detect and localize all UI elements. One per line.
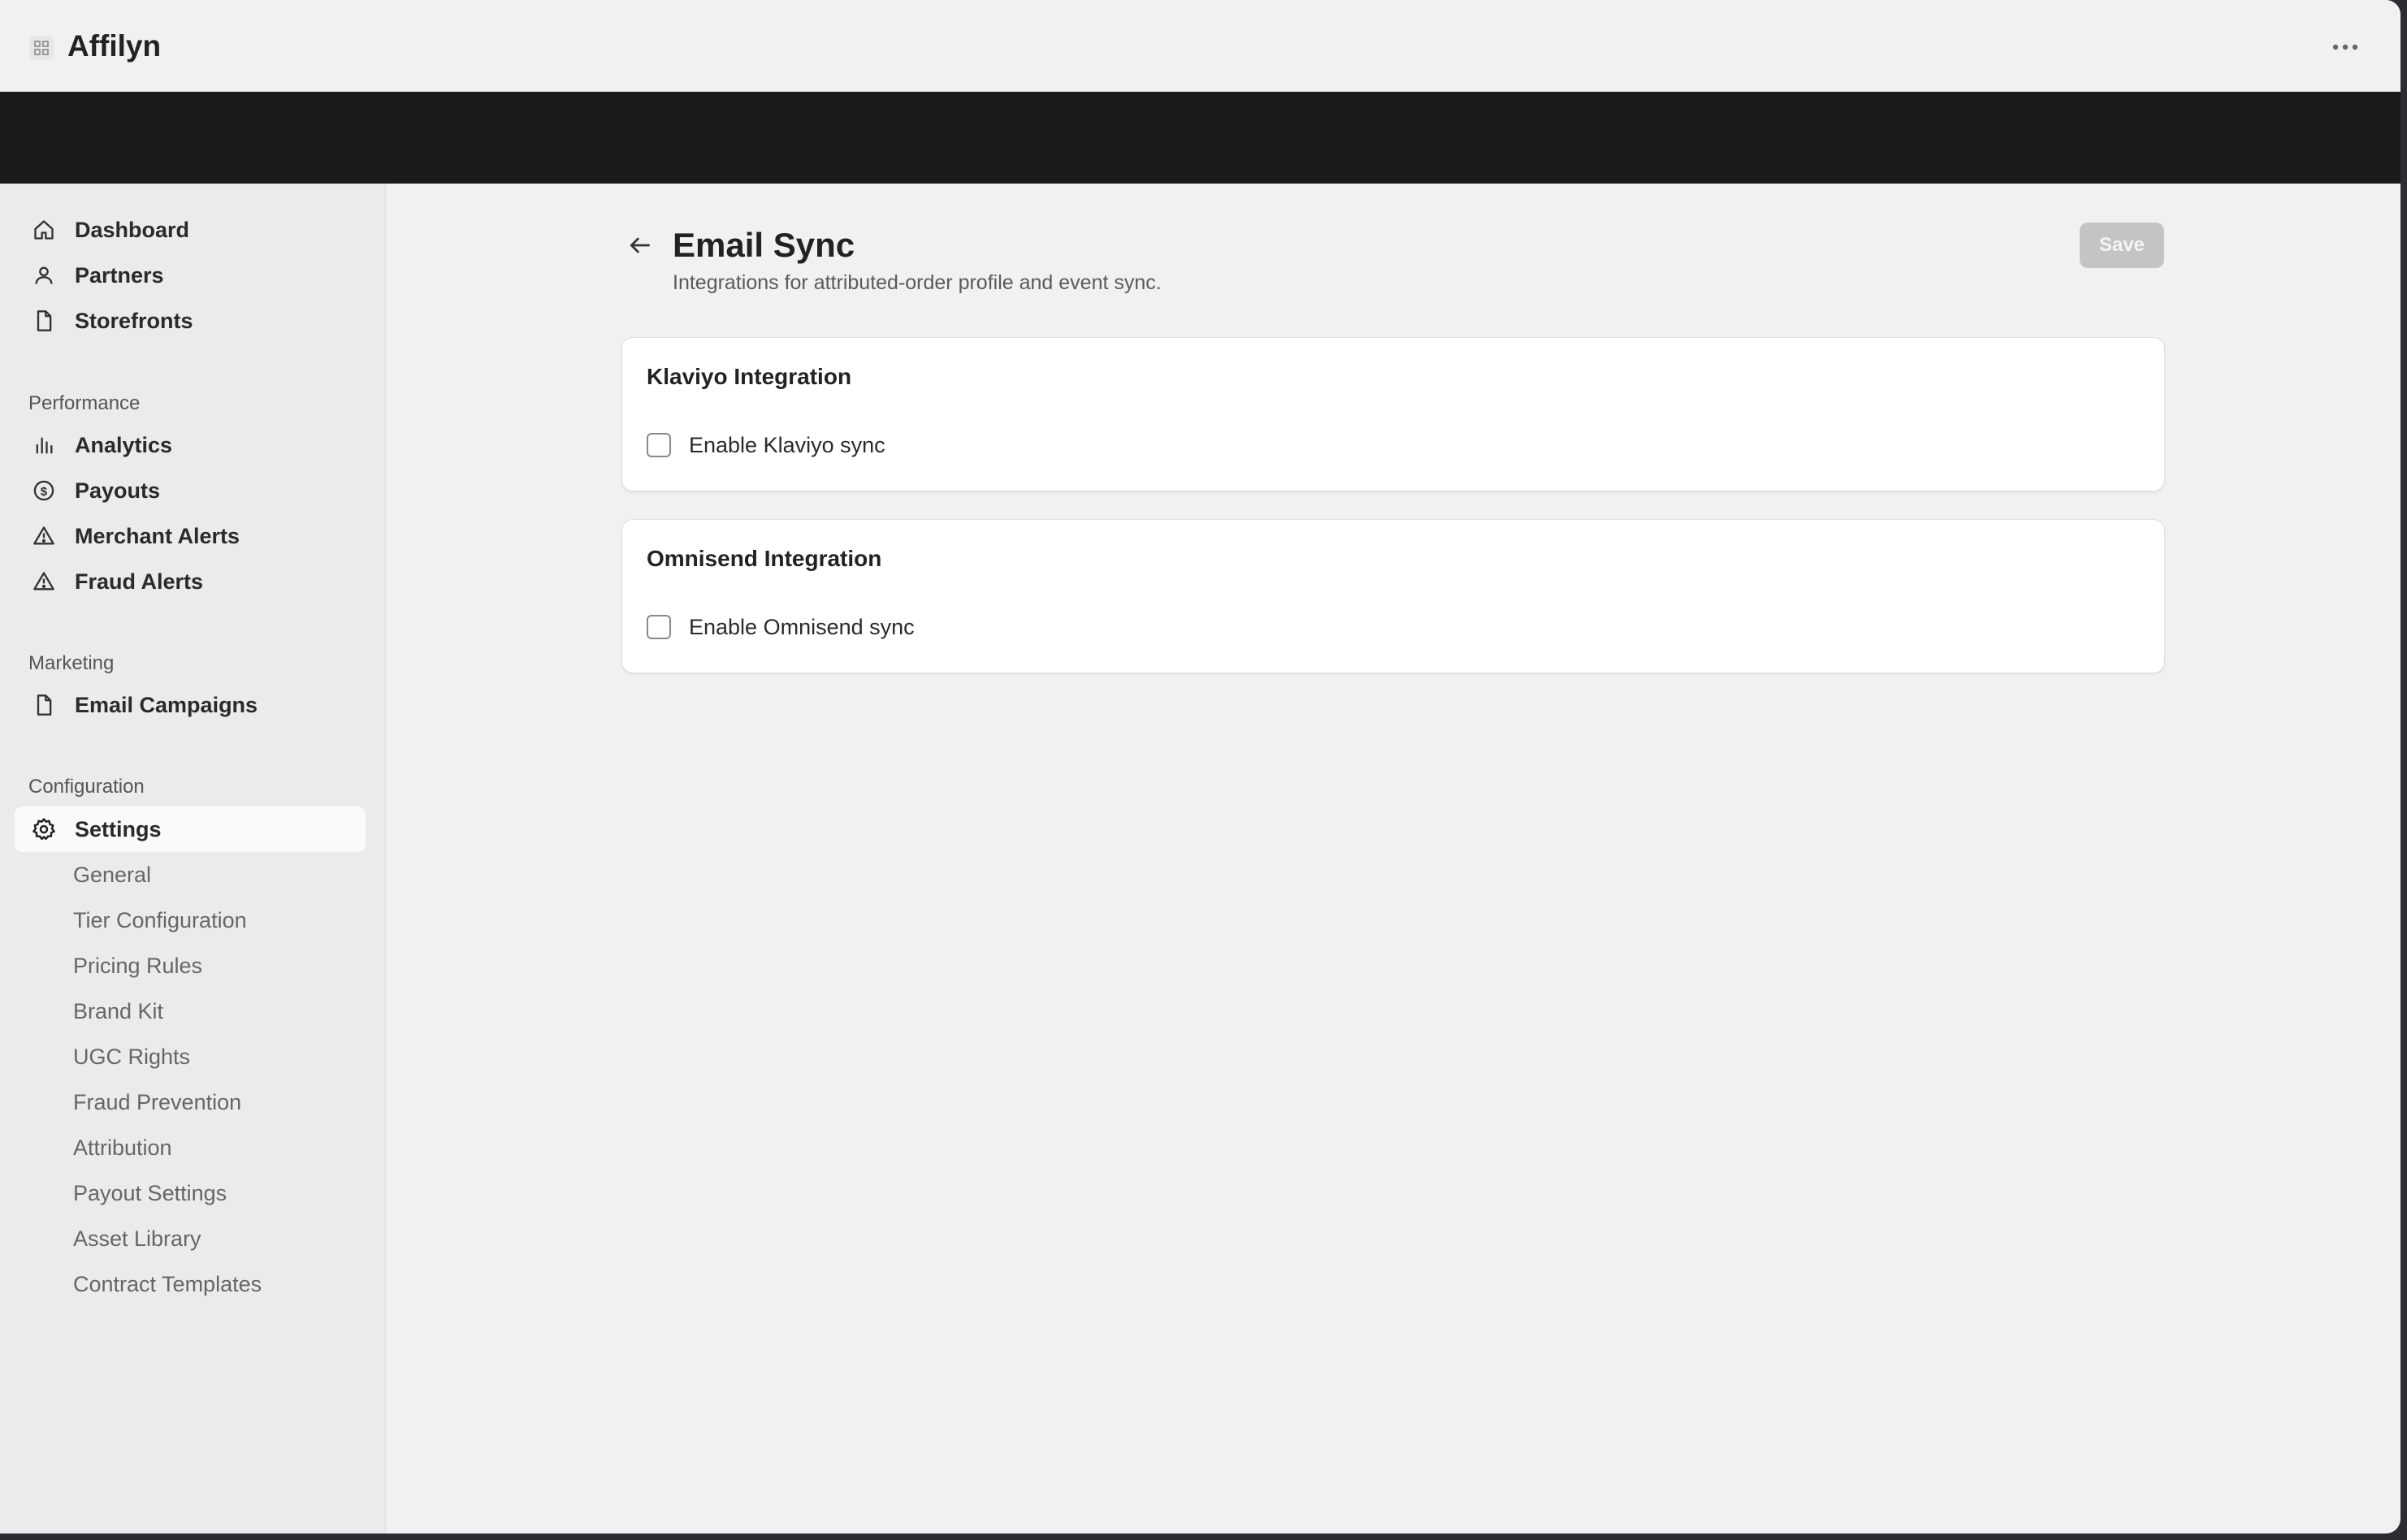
sidebar-subitem-fraud-prevention[interactable]: Fraud Prevention [73, 1086, 241, 1118]
enable-omnisend-checkbox[interactable] [647, 615, 671, 639]
sidebar-item-label: Storefronts [75, 308, 193, 333]
card-title: Klaviyo Integration [647, 364, 852, 389]
sidebar-subitem-pricing-rules[interactable]: Pricing Rules [73, 950, 202, 982]
sidebar-subitem-general[interactable]: General [73, 859, 151, 891]
dark-band [0, 92, 2401, 184]
checkbox-label: Enable Omnisend sync [689, 614, 915, 639]
sidebar-item-partners[interactable]: Partners [15, 253, 366, 298]
app-window: Affilyn Dashboard Partners Storefronts P… [0, 0, 2401, 1534]
sidebar-item-label: Settings [75, 816, 162, 841]
sidebar-subitem-contract-templates[interactable]: Contract Templates [73, 1268, 262, 1300]
ellipsis-icon [2332, 44, 2358, 50]
sidebar-item-merchant-alerts[interactable]: Merchant Alerts [15, 513, 366, 559]
omnisend-integration-card: Omnisend Integration Enable Omnisend syn… [621, 519, 2165, 673]
sidebar-item-label: Merchant Alerts [75, 523, 240, 548]
section-label-configuration: Configuration [28, 776, 145, 798]
sidebar-item-label: Email Campaigns [75, 692, 258, 717]
sidebar-item-fraud-alerts[interactable]: Fraud Alerts [15, 559, 366, 604]
omnisend-sync-toggle[interactable]: Enable Omnisend sync [647, 611, 915, 643]
sidebar-subitem-attribution[interactable]: Attribution [73, 1131, 172, 1164]
section-label-marketing: Marketing [28, 652, 115, 674]
gear-icon [31, 816, 57, 842]
sidebar-subitem-ugc-rights[interactable]: UGC Rights [73, 1040, 190, 1073]
sidebar-item-payouts[interactable]: $ Payouts [15, 468, 366, 513]
warning-icon [31, 523, 57, 549]
page-subtitle: Integrations for attributed-order profil… [673, 271, 1162, 294]
klaviyo-integration-card: Klaviyo Integration Enable Klaviyo sync [621, 337, 2165, 491]
warning-icon [31, 569, 57, 595]
sidebar-item-email-campaigns[interactable]: Email Campaigns [15, 682, 366, 728]
sidebar-item-analytics[interactable]: Analytics [15, 422, 366, 468]
save-button[interactable]: Save [2080, 223, 2164, 268]
sidebar-item-label: Analytics [75, 432, 173, 457]
app-title: Affilyn [67, 29, 162, 63]
home-icon [31, 217, 57, 243]
arrow-left-icon [630, 237, 650, 253]
sidebar: Dashboard Partners Storefronts Performan… [0, 184, 386, 1534]
section-label-performance: Performance [28, 392, 141, 414]
sidebar-item-label: Dashboard [75, 217, 190, 242]
top-bar: Affilyn [0, 0, 2401, 92]
sidebar-item-label: Fraud Alerts [75, 569, 204, 594]
apps-grid-icon [29, 36, 54, 60]
more-options-button[interactable] [2323, 28, 2368, 67]
sidebar-item-label: Partners [75, 262, 164, 288]
file-icon [31, 692, 57, 718]
file-icon [31, 308, 57, 334]
sidebar-item-storefronts[interactable]: Storefronts [15, 298, 366, 344]
card-title: Omnisend Integration [647, 546, 882, 571]
sidebar-subitem-brand-kit[interactable]: Brand Kit [73, 995, 163, 1027]
svg-text:$: $ [41, 485, 48, 499]
user-icon [31, 262, 57, 288]
sidebar-item-label: Payouts [75, 478, 161, 503]
main-content: Email Sync Integrations for attributed-o… [386, 184, 2401, 1534]
dollar-circle-icon: $ [31, 478, 57, 504]
page-title: Email Sync [673, 226, 855, 264]
enable-klaviyo-checkbox[interactable] [647, 433, 671, 457]
bar-chart-icon [31, 432, 57, 458]
sidebar-item-settings[interactable]: Settings [15, 807, 366, 852]
sidebar-subitem-tier-configuration[interactable]: Tier Configuration [73, 904, 247, 937]
sidebar-subitem-asset-library[interactable]: Asset Library [73, 1222, 201, 1255]
back-button[interactable] [624, 229, 656, 262]
klaviyo-sync-toggle[interactable]: Enable Klaviyo sync [647, 429, 885, 461]
checkbox-label: Enable Klaviyo sync [689, 432, 885, 457]
sidebar-subitem-payout-settings[interactable]: Payout Settings [73, 1177, 227, 1209]
sidebar-item-dashboard[interactable]: Dashboard [15, 207, 366, 253]
